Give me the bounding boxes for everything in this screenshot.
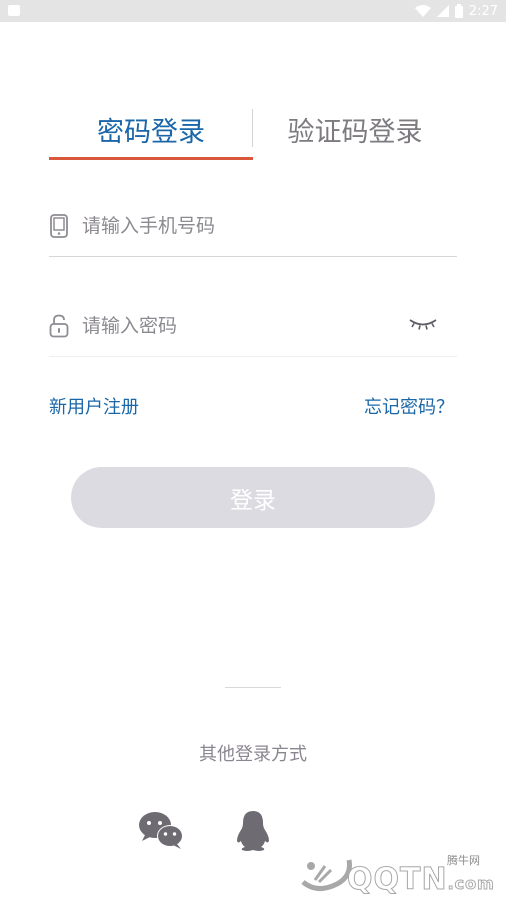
register-link[interactable]: 新用户注册	[49, 393, 139, 419]
wifi-icon	[414, 5, 431, 17]
notification-icon	[8, 5, 20, 16]
password-input[interactable]	[82, 309, 402, 343]
watermark-brand: QQTN	[347, 862, 448, 898]
tab-divider	[252, 109, 253, 147]
lock-icon	[49, 314, 69, 338]
phone-icon	[50, 214, 68, 238]
forgot-password-link[interactable]: 忘记密码？	[364, 393, 454, 419]
active-tab-indicator	[49, 157, 253, 160]
login-tabs: 密码登录 验证码登录	[49, 100, 457, 162]
watermark: 腾牛网 QQTN.com	[297, 852, 502, 898]
status-time: 2:27	[468, 3, 498, 19]
login-button[interactable]: 登录	[71, 467, 435, 528]
phone-input[interactable]	[82, 209, 402, 243]
watermark-text: QQTN.com	[347, 862, 495, 898]
signal-icon	[436, 5, 449, 17]
watermark-suffix: .com	[447, 874, 495, 894]
phone-field	[49, 197, 457, 257]
other-login-divider	[225, 687, 281, 688]
battery-icon	[454, 4, 463, 18]
qq-icon[interactable]	[235, 810, 271, 852]
eye-closed-icon[interactable]	[409, 317, 437, 331]
status-icons: 2:27	[414, 2, 498, 20]
tab-code-login[interactable]: 验证码登录	[263, 100, 447, 158]
wechat-icon[interactable]	[137, 810, 185, 850]
password-field	[49, 297, 457, 357]
tab-password-login[interactable]: 密码登录	[49, 100, 253, 158]
other-login-label: 其他登录方式	[199, 744, 307, 765]
status-bar: 2:27	[0, 0, 506, 22]
